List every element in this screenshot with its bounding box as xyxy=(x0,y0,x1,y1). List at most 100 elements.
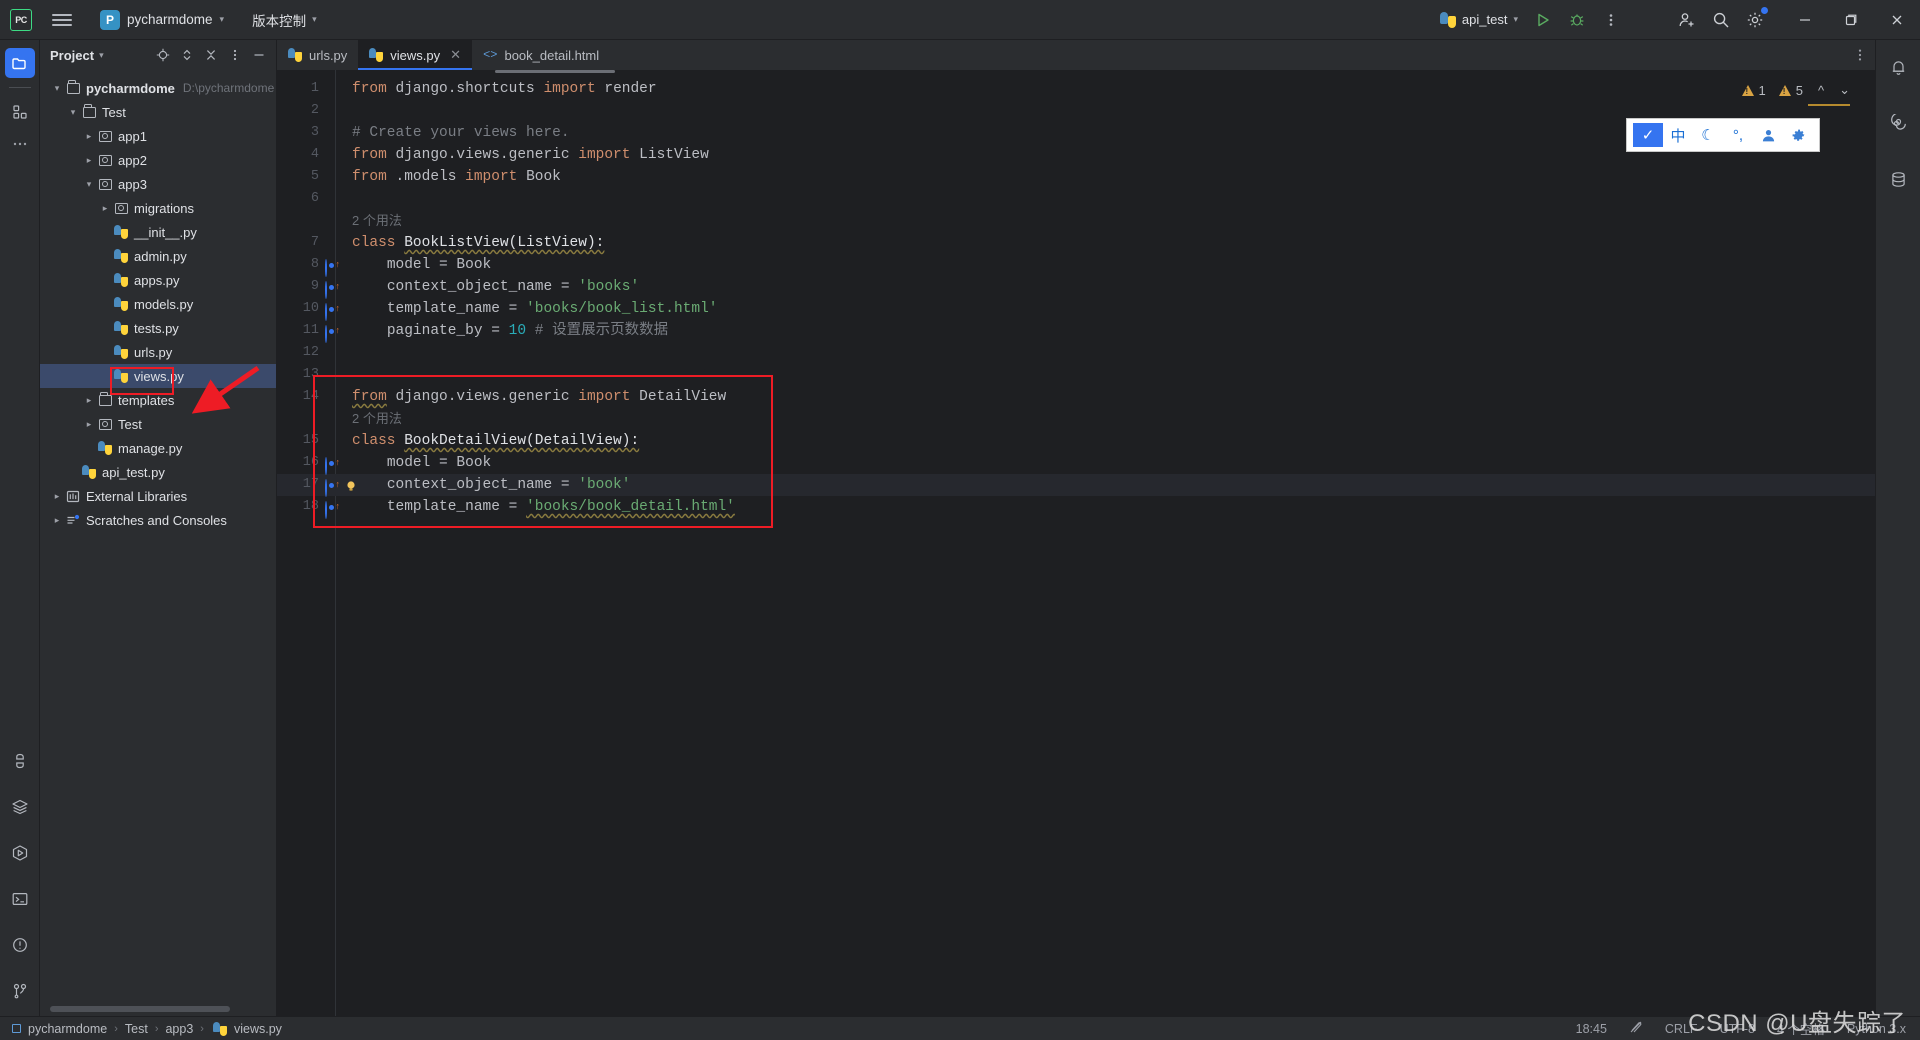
version-control-icon[interactable] xyxy=(5,976,35,1006)
sidebar-item-project[interactable] xyxy=(4,48,35,78)
services-icon[interactable] xyxy=(5,792,35,822)
python-console-icon[interactable] xyxy=(5,746,35,776)
tree-item-urls-py[interactable]: urls.py xyxy=(40,340,276,364)
close-button[interactable] xyxy=(1874,0,1920,40)
tree-item-app1[interactable]: ▸ app1 xyxy=(40,124,276,148)
override-gutter-icon[interactable]: ↑ xyxy=(325,257,340,277)
override-gutter-icon[interactable]: ↑ xyxy=(325,301,340,321)
code-line[interactable]: 1 from django.shortcuts import render xyxy=(277,78,1875,100)
ime-moon-icon[interactable]: ☾ xyxy=(1693,123,1723,147)
no-edit-icon[interactable] xyxy=(1629,1020,1643,1037)
tree-item-pycharmdome[interactable]: ▾ pycharmdome D:\pycharmdome xyxy=(40,76,276,100)
code-line[interactable]: 18 ↑ template_name = 'books/book_detail.h… xyxy=(277,496,1875,519)
override-gutter-icon[interactable]: ↑ xyxy=(325,455,340,475)
maximize-button[interactable] xyxy=(1828,0,1874,40)
chevron-right-icon[interactable]: ▸ xyxy=(82,131,96,142)
debug-icon[interactable] xyxy=(1560,3,1594,37)
chevron-right-icon[interactable]: ▸ xyxy=(82,419,96,430)
expand-collapse-icon[interactable] xyxy=(176,44,198,66)
project-tree[interactable]: ▾ pycharmdome D:\pycharmdome ▾ Test ▸ app1 ▸ app… xyxy=(40,70,276,532)
tree-item-models-py[interactable]: models.py xyxy=(40,292,276,316)
code-line[interactable]: 17 ↑ context_object_name = 'book' xyxy=(277,474,1875,497)
tree-item-api-test-py[interactable]: api_test.py xyxy=(40,460,276,484)
code-line[interactable]: 11 ↑ paginate_by = 10 # 设置展示页数数据 xyxy=(277,320,1875,343)
code-line[interactable]: 12 xyxy=(277,342,1875,364)
ime-user-icon[interactable] xyxy=(1753,123,1783,147)
hide-icon[interactable] xyxy=(248,44,270,66)
editor-horizontal-scrollbar[interactable] xyxy=(495,70,615,73)
next-problem-icon[interactable]: ⌄ xyxy=(1839,82,1850,98)
code-line[interactable]: 5 from .models import Book xyxy=(277,166,1875,188)
ime-punctuation-icon[interactable]: °, xyxy=(1723,123,1753,147)
chevron-down-icon[interactable]: ▾ xyxy=(99,50,104,61)
tree-item-apps-py[interactable]: apps.py xyxy=(40,268,276,292)
chevron-down-icon[interactable]: ▾ xyxy=(50,83,64,94)
tree-item-app2[interactable]: ▸ app2 xyxy=(40,148,276,172)
code-line[interactable]: 15 class BookDetailView(DetailView): xyxy=(277,430,1875,452)
override-gutter-icon[interactable]: ↑ xyxy=(325,279,340,299)
tree-item--init-py[interactable]: __init__.py xyxy=(40,220,276,244)
ime-settings-icon[interactable] xyxy=(1783,123,1813,147)
tree-item-external-libraries[interactable]: ▸ External Libraries xyxy=(40,484,276,508)
chevron-right-icon[interactable]: ▸ xyxy=(82,395,96,406)
breadcrumb-item-pycharmdome[interactable]: pycharmdome xyxy=(28,1022,107,1036)
run-panel-icon[interactable] xyxy=(5,838,35,868)
gear-icon[interactable] xyxy=(1738,3,1772,37)
code-line[interactable]: 8 ↑ model = Book xyxy=(277,254,1875,277)
ime-checkbox-icon[interactable]: ✓ xyxy=(1633,123,1663,147)
vcs-menu[interactable]: 版本控制 ▾ xyxy=(252,10,317,30)
add-account-icon[interactable] xyxy=(1670,3,1704,37)
code-line[interactable]: 6 xyxy=(277,188,1875,210)
interpreter-label[interactable]: Python 3.x xyxy=(1847,1022,1906,1036)
hamburger-menu-icon[interactable] xyxy=(52,13,72,26)
project-panel-scrollbar[interactable] xyxy=(50,1006,230,1012)
sidebar-item-structure[interactable] xyxy=(5,97,35,127)
code-line[interactable]: 16 ↑ model = Book xyxy=(277,452,1875,475)
tab-close-icon[interactable]: ✕ xyxy=(450,47,461,63)
minimize-button[interactable] xyxy=(1782,0,1828,40)
database-icon[interactable] xyxy=(1883,164,1913,194)
more-vertical-icon[interactable] xyxy=(1594,3,1628,37)
ai-assistant-icon[interactable] xyxy=(1883,108,1913,138)
tree-item-migrations[interactable]: ▸ migrations xyxy=(40,196,276,220)
tree-item-app3[interactable]: ▾ app3 xyxy=(40,172,276,196)
options-icon[interactable] xyxy=(224,44,246,66)
ime-chinese-icon[interactable]: 中 xyxy=(1663,123,1693,147)
run-configuration-selector[interactable]: api_test ▾ xyxy=(1432,9,1526,31)
code-line[interactable]: 13 xyxy=(277,364,1875,386)
override-gutter-icon[interactable]: ↑ xyxy=(325,323,340,343)
chevron-right-icon[interactable]: ▸ xyxy=(50,491,64,502)
tree-item-test[interactable]: ▾ Test xyxy=(40,100,276,124)
code-line[interactable]: 14 from django.views.generic import Detai… xyxy=(277,386,1875,408)
code-editor[interactable]: 1 from django.shortcuts import render 2 3 # … xyxy=(277,70,1875,1016)
breadcrumb[interactable]: pycharmdome › Test › app3 › views.py xyxy=(12,1021,282,1036)
tree-item-test[interactable]: ▸ Test xyxy=(40,412,276,436)
locate-icon[interactable] xyxy=(152,44,174,66)
inspection-widget[interactable]: 1 5 ^ ⌄ xyxy=(1741,82,1850,98)
editor-tabs-more-icon[interactable] xyxy=(1845,40,1875,70)
override-gutter-icon[interactable]: ↑ xyxy=(325,477,340,497)
previous-problem-icon[interactable]: ^ xyxy=(1818,83,1824,98)
collapse-all-icon[interactable] xyxy=(200,44,222,66)
tree-item-scratches-and-consoles[interactable]: ▸ Scratches and Consoles xyxy=(40,508,276,532)
tree-item-templates[interactable]: ▸ templates xyxy=(40,388,276,412)
more-horizontal-icon[interactable] xyxy=(5,129,35,159)
ime-floating-toolbar[interactable]: ✓ 中 ☾ °, xyxy=(1626,118,1820,152)
line-separator-label[interactable]: CRLF xyxy=(1665,1022,1698,1036)
override-gutter-icon[interactable]: ↑ xyxy=(325,499,340,519)
encoding-label[interactable]: UTF-8 xyxy=(1720,1022,1755,1036)
chevron-right-icon[interactable]: ▸ xyxy=(82,155,96,166)
chevron-down-icon[interactable]: ▾ xyxy=(82,179,96,190)
tree-item-manage-py[interactable]: manage.py xyxy=(40,436,276,460)
chevron-right-icon[interactable]: ▸ xyxy=(50,515,64,526)
problems-icon[interactable] xyxy=(5,930,35,960)
tab-urls-py[interactable]: urls.py xyxy=(277,40,358,70)
run-icon[interactable] xyxy=(1526,3,1560,37)
indent-label[interactable]: 4 个空格 xyxy=(1777,1019,1825,1038)
search-icon[interactable] xyxy=(1704,3,1738,37)
project-selector[interactable]: P pycharmdome ▾ xyxy=(94,7,230,33)
tab-book-detail-html[interactable]: <> book_detail.html xyxy=(472,40,610,70)
code-line[interactable]: 10 ↑ template_name = 'books/book_list.htm… xyxy=(277,298,1875,321)
notifications-bell-icon[interactable] xyxy=(1883,52,1913,82)
chevron-right-icon[interactable]: ▸ xyxy=(98,203,112,214)
